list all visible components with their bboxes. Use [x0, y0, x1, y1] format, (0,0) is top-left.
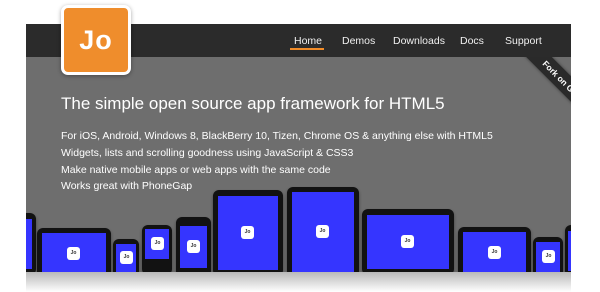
device-tablet-portrait-large: Jo	[287, 187, 359, 272]
feature-line: Widgets, lists and scrolling goodness us…	[61, 147, 354, 159]
hero-headline: The simple open source app framework for…	[61, 94, 445, 113]
nav-home-link[interactable]: Home	[294, 35, 322, 47]
device-tablet-landscape-small: Jo	[458, 227, 531, 272]
app-icon: Jo	[401, 235, 414, 248]
nav-support-link[interactable]: Support	[505, 35, 542, 47]
nav-demos-link[interactable]: Demos	[342, 35, 375, 47]
device-phone-right: Jo	[533, 237, 563, 272]
app-icon: Jo	[488, 246, 501, 259]
app-icon: Jo	[120, 251, 133, 264]
app-icon: Jo	[67, 247, 80, 260]
app-icon: Jo	[241, 226, 254, 239]
fork-on-github-ribbon[interactable]: Fork on GitHub	[506, 57, 571, 144]
device-edge-right	[565, 225, 571, 272]
device-tablet-landscape: Jo	[37, 228, 111, 272]
device-phone-tall: Jo	[142, 225, 172, 272]
device-phone: Jo	[113, 239, 139, 272]
app-icon: Jo	[542, 250, 555, 263]
device-edge-left	[26, 213, 36, 272]
device-tablet-portrait: Jo	[213, 190, 283, 272]
app-icon: Jo	[187, 240, 200, 253]
nav-downloads-link[interactable]: Downloads	[393, 35, 445, 47]
logo-text: Jo	[79, 25, 113, 55]
feature-line: Works great with PhoneGap	[61, 180, 193, 192]
reflection-floor	[26, 272, 571, 292]
active-nav-indicator	[290, 48, 324, 50]
feature-line: For iOS, Android, Windows 8, BlackBerry …	[61, 130, 493, 142]
device-tablet-landscape-large: Jo	[362, 209, 454, 272]
app-icon: Jo	[151, 237, 164, 250]
nav-docs-link[interactable]: Docs	[460, 35, 484, 47]
app-icon: Jo	[316, 225, 329, 238]
feature-line: Make native mobile apps or web apps with…	[61, 164, 331, 176]
jo-logo[interactable]: Jo	[61, 5, 131, 75]
device-phone-large: Jo	[176, 217, 211, 272]
